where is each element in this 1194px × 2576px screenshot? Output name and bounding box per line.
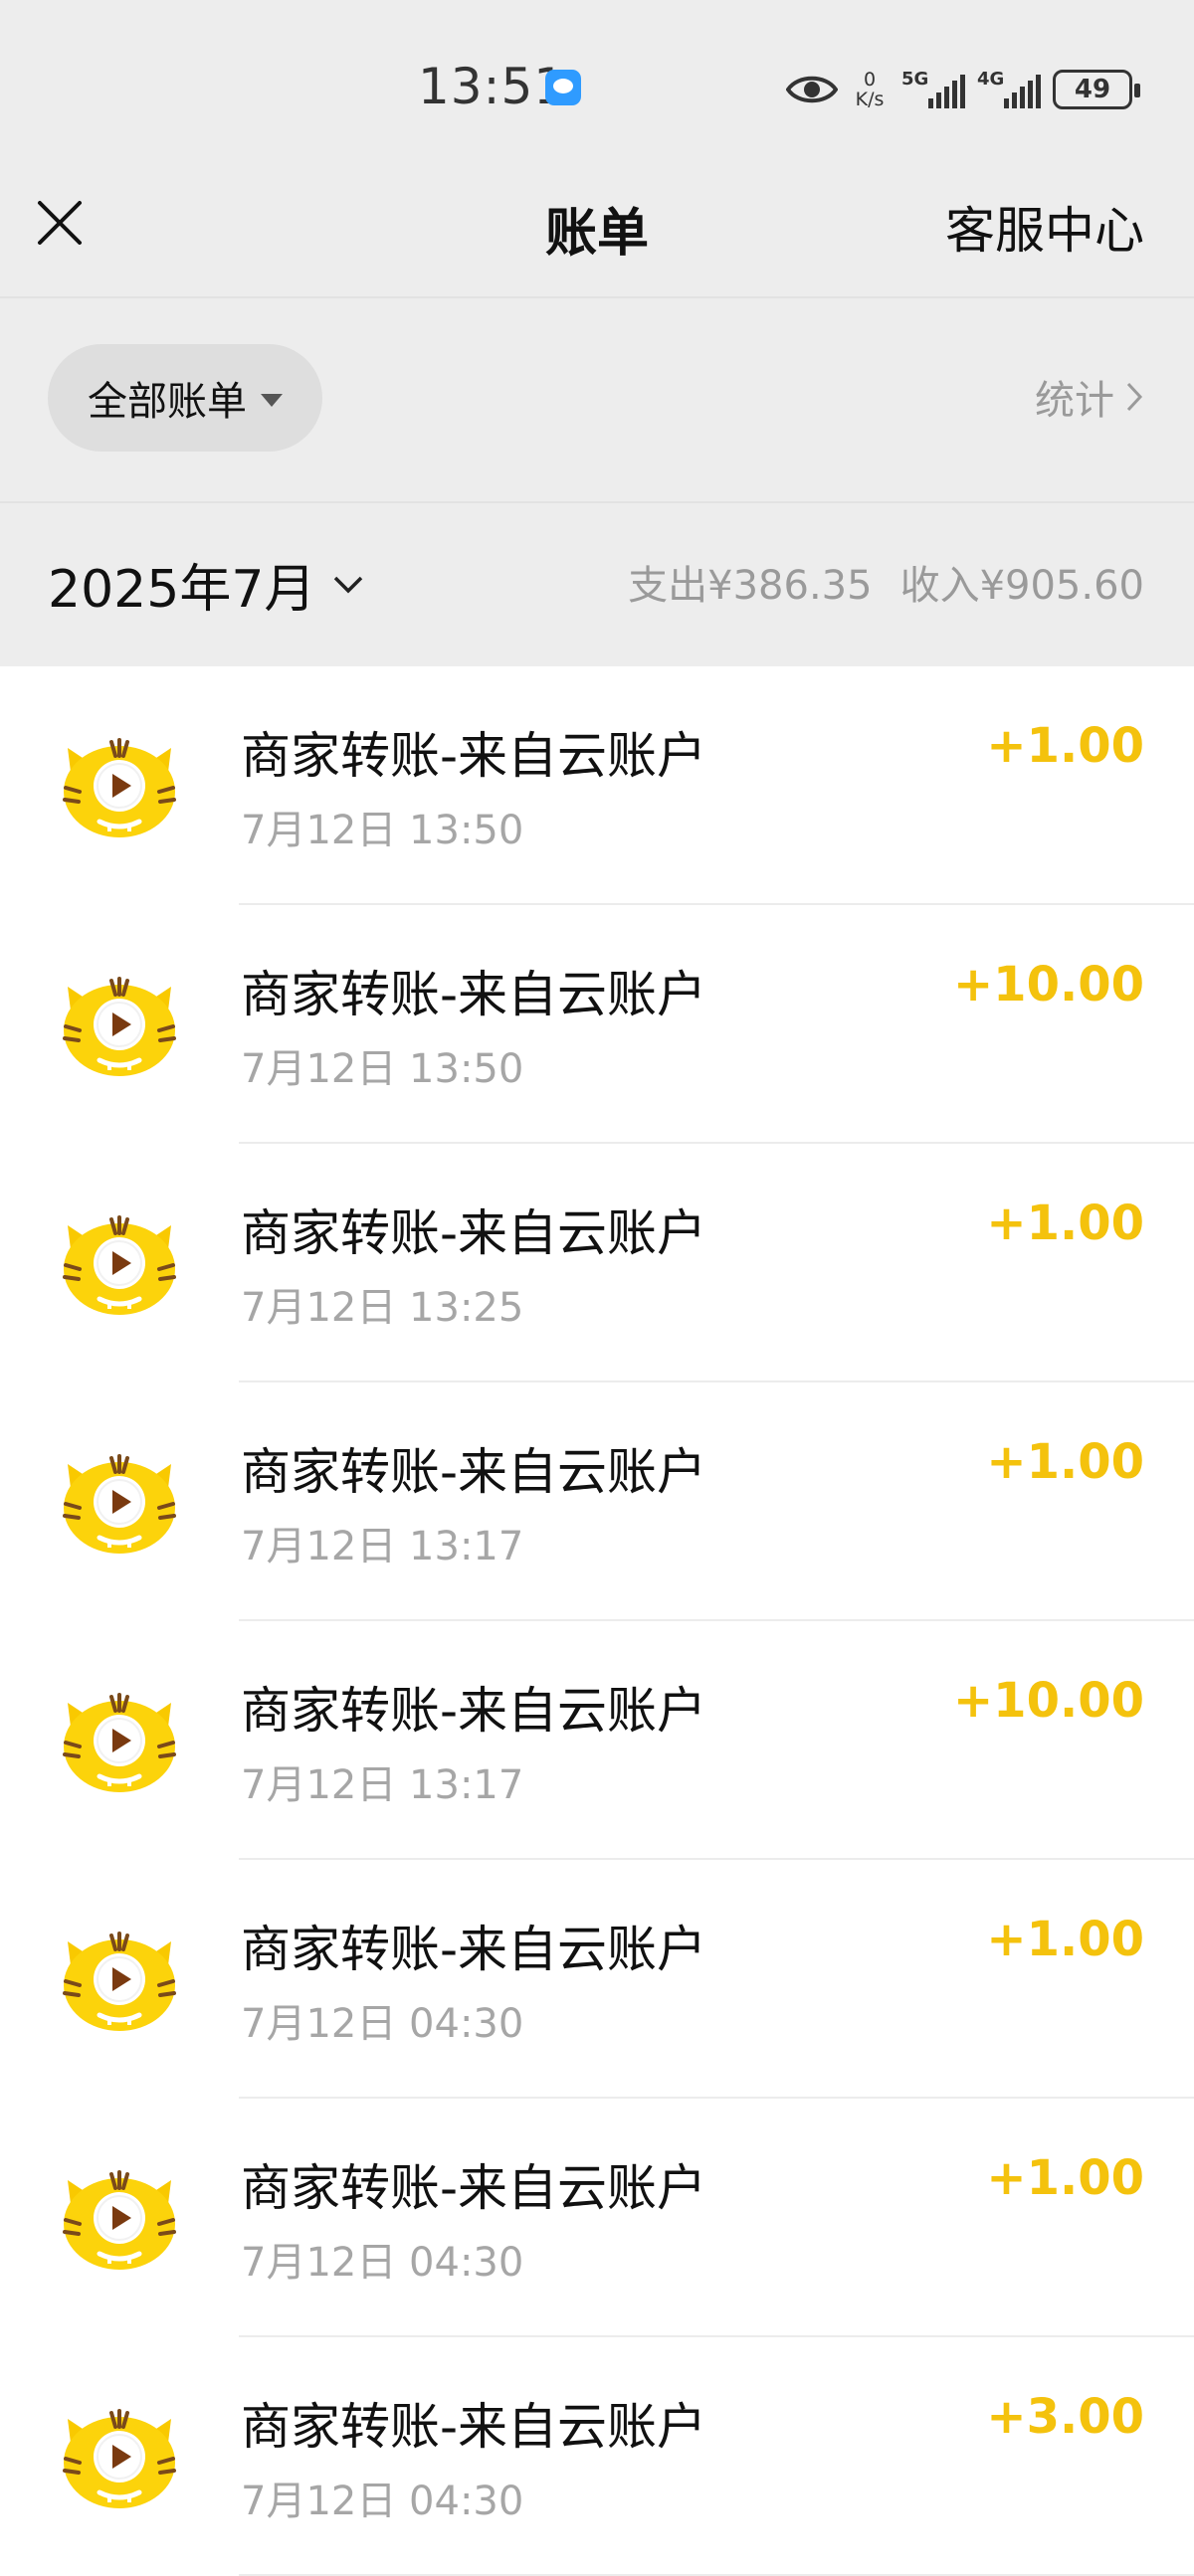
signal-5g-label: 5G <box>901 69 929 90</box>
transaction-title: 商家转账-来自云账户 <box>241 2398 707 2456</box>
tiger-mascot-icon <box>63 738 176 837</box>
signal-4g-icon: 4G <box>977 67 1041 112</box>
battery-icon: 49 <box>1053 70 1140 109</box>
month-summary: 支出¥386.35 收入¥905.60 <box>628 553 1144 611</box>
tiger-mascot-icon <box>63 1693 176 1792</box>
tiger-mascot-icon <box>63 1215 176 1315</box>
transaction-amount: +1.00 <box>986 718 1144 774</box>
tiger-mascot-icon <box>63 2170 176 2270</box>
status-indicators: 0 K/s 5G 4G 49 <box>786 62 1140 117</box>
transaction-title: 商家转账-来自云账户 <box>241 727 707 785</box>
transaction-title: 商家转账-来自云账户 <box>241 1443 707 1501</box>
transaction-row[interactable]: 商家转账-来自云账户 7月12日 13:50 +1.00 <box>0 666 1194 905</box>
statistics-link[interactable]: 统计 <box>1035 368 1144 426</box>
signal-5g-icon: 5G <box>901 67 965 112</box>
transaction-time: 7月12日 04:30 <box>241 2001 524 2047</box>
transaction-title: 商家转账-来自云账户 <box>241 1204 707 1262</box>
transaction-amount: +1.00 <box>986 2150 1144 2206</box>
transaction-amount: +10.00 <box>952 1673 1144 1729</box>
month-income: 收入¥905.60 <box>899 563 1144 609</box>
network-speed: 0 K/s <box>850 70 890 109</box>
tiger-mascot-icon <box>63 977 176 1076</box>
signal-4g-label: 4G <box>977 69 1005 90</box>
network-speed-unit: K/s <box>855 89 885 110</box>
status-time: 13:51 <box>418 58 567 115</box>
transaction-time: 7月12日 13:50 <box>241 808 524 853</box>
transaction-row[interactable]: 商家转账-来自云账户 7月12日 13:17 +10.00 <box>0 1621 1194 1860</box>
bill-type-filter-label: 全部账单 <box>88 379 247 425</box>
transaction-amount: +10.00 <box>952 957 1144 1012</box>
month-label: 2025年7月 <box>48 560 316 620</box>
transaction-row[interactable]: 商家转账-来自云账户 7月12日 13:25 +1.00 <box>0 1144 1194 1382</box>
message-notification-icon <box>545 70 581 105</box>
month-selector[interactable]: 2025年7月 <box>48 547 365 622</box>
transaction-row[interactable]: 商家转账-来自云账户 7月12日 04:30 +1.00 <box>0 1860 1194 2099</box>
transaction-title: 商家转账-来自云账户 <box>241 966 707 1023</box>
transaction-time: 7月12日 13:17 <box>241 1524 524 1569</box>
transaction-amount: +1.00 <box>986 1912 1144 1967</box>
transaction-time: 7月12日 04:30 <box>241 2479 524 2524</box>
transaction-title: 商家转账-来自云账户 <box>241 2159 707 2217</box>
transaction-time: 7月12日 04:30 <box>241 2240 524 2286</box>
transaction-amount: +1.00 <box>986 1196 1144 1251</box>
transaction-title: 商家转账-来自云账户 <box>241 1921 707 1978</box>
statistics-label: 统计 <box>1035 378 1114 424</box>
chevron-down-icon <box>334 576 363 593</box>
network-speed-value: 0 <box>863 69 877 91</box>
chevron-right-icon <box>1126 382 1143 412</box>
eye-icon <box>786 73 838 106</box>
tiger-mascot-icon <box>63 1932 176 2031</box>
battery-level: 49 <box>1074 75 1111 104</box>
transaction-title: 商家转账-来自云账户 <box>241 1682 707 1740</box>
tiger-mascot-icon <box>63 2409 176 2508</box>
status-bar: 13:51 0 K/s 5G 4G 49 <box>0 0 1194 175</box>
transaction-time: 7月12日 13:17 <box>241 1762 524 1808</box>
caret-down-icon <box>261 393 283 407</box>
month-expense: 支出¥386.35 <box>628 563 873 609</box>
transaction-time: 7月12日 13:50 <box>241 1046 524 1092</box>
transaction-amount: +1.00 <box>986 1434 1144 1490</box>
customer-service-link[interactable]: 客服中心 <box>945 191 1144 263</box>
transaction-list: 商家转账-来自云账户 7月12日 13:50 +1.00 商家转账-来自云账户 … <box>0 666 1194 2576</box>
transaction-amount: +3.00 <box>986 2389 1144 2445</box>
transaction-row[interactable]: 商家转账-来自云账户 7月12日 13:50 +10.00 <box>0 905 1194 1144</box>
transaction-row[interactable]: 商家转账-来自云账户 7月12日 13:17 +1.00 <box>0 1382 1194 1621</box>
transaction-row[interactable]: 商家转账-来自云账户 7月12日 04:30 +1.00 <box>0 2099 1194 2337</box>
transaction-row[interactable]: 商家转账-来自云账户 7月12日 04:30 +3.00 <box>0 2337 1194 2576</box>
bill-type-filter[interactable]: 全部账单 <box>48 344 322 452</box>
transaction-time: 7月12日 13:25 <box>241 1285 524 1331</box>
tiger-mascot-icon <box>63 1454 176 1554</box>
